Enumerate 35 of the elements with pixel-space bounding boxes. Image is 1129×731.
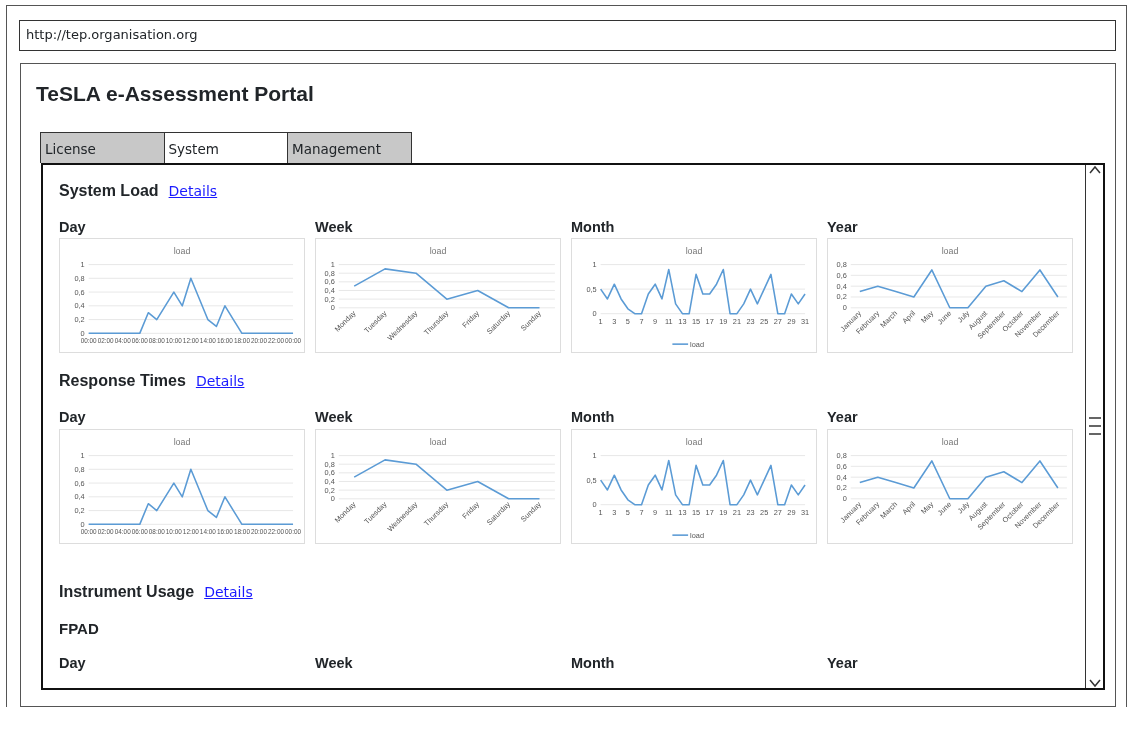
- chart-title: load: [173, 436, 191, 447]
- period-label: Day: [59, 408, 87, 428]
- subsection-heading: FPAD: [59, 619, 100, 639]
- details-link[interactable]: Details: [168, 180, 218, 202]
- period-label: Week: [315, 654, 353, 671]
- chart-title: load: [429, 436, 447, 447]
- section-heading: System Load: [59, 180, 159, 201]
- period-label: Week: [315, 217, 354, 237]
- chart-title: load: [429, 246, 447, 256]
- details-link[interactable]: Details: [204, 582, 253, 603]
- chart-title: load: [685, 436, 703, 447]
- chart-title: load: [941, 436, 959, 447]
- scroll-up-icon[interactable]: [1088, 164, 1101, 175]
- period-label: Year: [827, 217, 859, 237]
- period-label: Day: [59, 654, 86, 671]
- section-heading: Response Times: [59, 371, 186, 392]
- details-link[interactable]: Details: [195, 371, 245, 393]
- period-label: Week: [315, 408, 354, 428]
- tab[interactable]: Management: [287, 131, 412, 163]
- period-label: Month: [571, 217, 616, 237]
- scrollbar[interactable]: [1085, 164, 1103, 688]
- section-heading: Instrument Usage: [59, 582, 195, 602]
- chart-title: load: [685, 246, 703, 256]
- address-bar[interactable]: http://tep.organisation.org: [19, 20, 1116, 51]
- chart-title: load: [941, 246, 959, 256]
- scroll-thumb-icon[interactable]: [1088, 414, 1101, 438]
- period-label: Year: [827, 408, 859, 428]
- page-title: TeSLA e-Assessment Portal: [36, 81, 315, 107]
- period-label: Month: [571, 654, 615, 671]
- tab[interactable]: License: [40, 131, 165, 163]
- period-label: Year: [827, 654, 858, 671]
- scroll-down-icon[interactable]: [1088, 677, 1101, 688]
- chart-title: load: [173, 246, 191, 256]
- period-label: Day: [59, 217, 87, 237]
- period-label: Month: [571, 408, 616, 428]
